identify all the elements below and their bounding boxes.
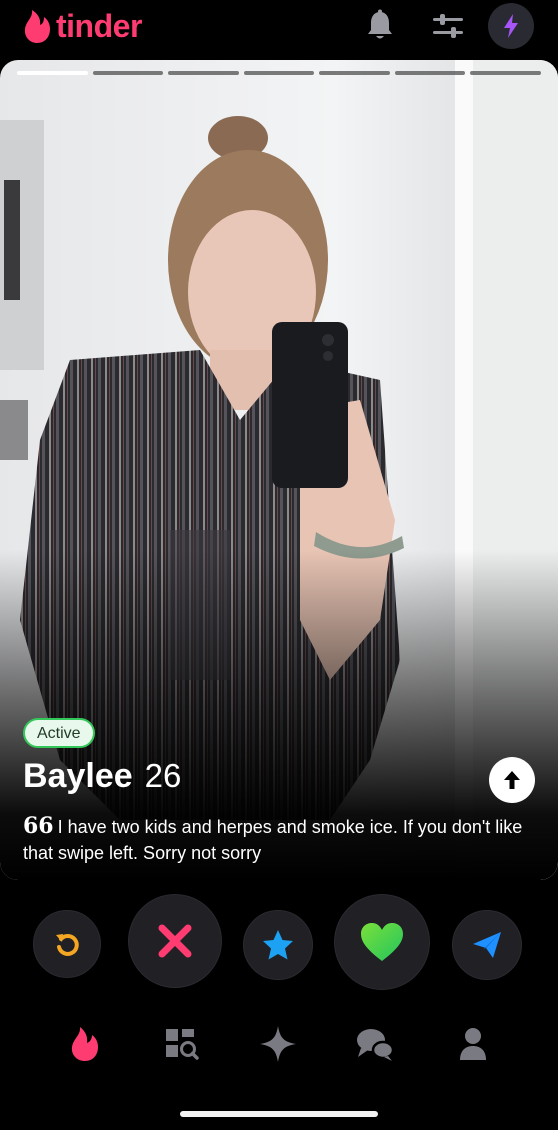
bell-icon xyxy=(368,9,392,39)
flame-icon xyxy=(71,1027,98,1061)
arrow-up-icon xyxy=(504,771,520,789)
logo-text: tinder xyxy=(56,7,142,44)
nav-gold[interactable] xyxy=(254,1020,302,1068)
rewind-icon xyxy=(56,933,79,956)
nav-messages[interactable] xyxy=(351,1020,399,1068)
profile-age: 26 xyxy=(144,757,182,794)
tinder-logo[interactable]: tinder xyxy=(22,6,142,46)
photo-indicator[interactable] xyxy=(17,71,88,75)
top-bar: tinder xyxy=(0,0,558,58)
bio-text: I have two kids and herpes and smoke ice… xyxy=(23,817,523,863)
photo-indicator[interactable] xyxy=(319,71,390,75)
sparkle-icon xyxy=(260,1026,296,1062)
x-icon xyxy=(158,924,192,958)
boost-bolt-icon xyxy=(504,14,518,38)
home-indicator[interactable] xyxy=(180,1111,378,1117)
grid-search-icon xyxy=(166,1029,199,1060)
photo-indicator[interactable] xyxy=(243,71,315,75)
nav-profile[interactable] xyxy=(449,1020,497,1068)
action-bar xyxy=(0,890,558,990)
chat-bubbles-icon xyxy=(357,1029,395,1061)
name-age-row: Baylee 26 xyxy=(23,757,181,799)
filters-button[interactable] xyxy=(428,6,468,46)
open-profile-button[interactable] xyxy=(489,757,535,803)
filter-sliders-icon xyxy=(433,14,463,38)
heart-icon xyxy=(361,923,403,961)
nav-discover[interactable] xyxy=(61,1020,109,1068)
photo-indicator[interactable] xyxy=(92,71,164,75)
photo-indicator[interactable] xyxy=(168,71,239,75)
profile-card[interactable]: Active Baylee 26 66 I have two kids and h… xyxy=(0,60,558,880)
super-like-button[interactable] xyxy=(243,910,313,980)
photo-progress xyxy=(17,71,542,75)
active-status-badge: Active xyxy=(23,718,95,748)
photo-indicator[interactable] xyxy=(394,71,466,75)
send-icon xyxy=(473,932,501,958)
notifications-button[interactable] xyxy=(360,6,400,46)
quote-icon: 66 xyxy=(23,813,54,839)
boost-button[interactable] xyxy=(488,3,534,49)
photo-indicator[interactable] xyxy=(470,71,542,75)
person-icon xyxy=(460,1028,486,1060)
flame-logo-icon xyxy=(24,10,50,43)
profile-name: Baylee xyxy=(23,757,133,795)
message-button[interactable] xyxy=(452,910,522,980)
rewind-button[interactable] xyxy=(33,910,101,978)
like-button[interactable] xyxy=(334,894,430,990)
star-icon xyxy=(263,930,293,960)
profile-bio: 66 I have two kids and herpes and smoke i… xyxy=(23,813,528,866)
bottom-nav xyxy=(0,1012,558,1082)
nav-explore[interactable] xyxy=(157,1020,205,1068)
nope-button[interactable] xyxy=(128,894,222,988)
